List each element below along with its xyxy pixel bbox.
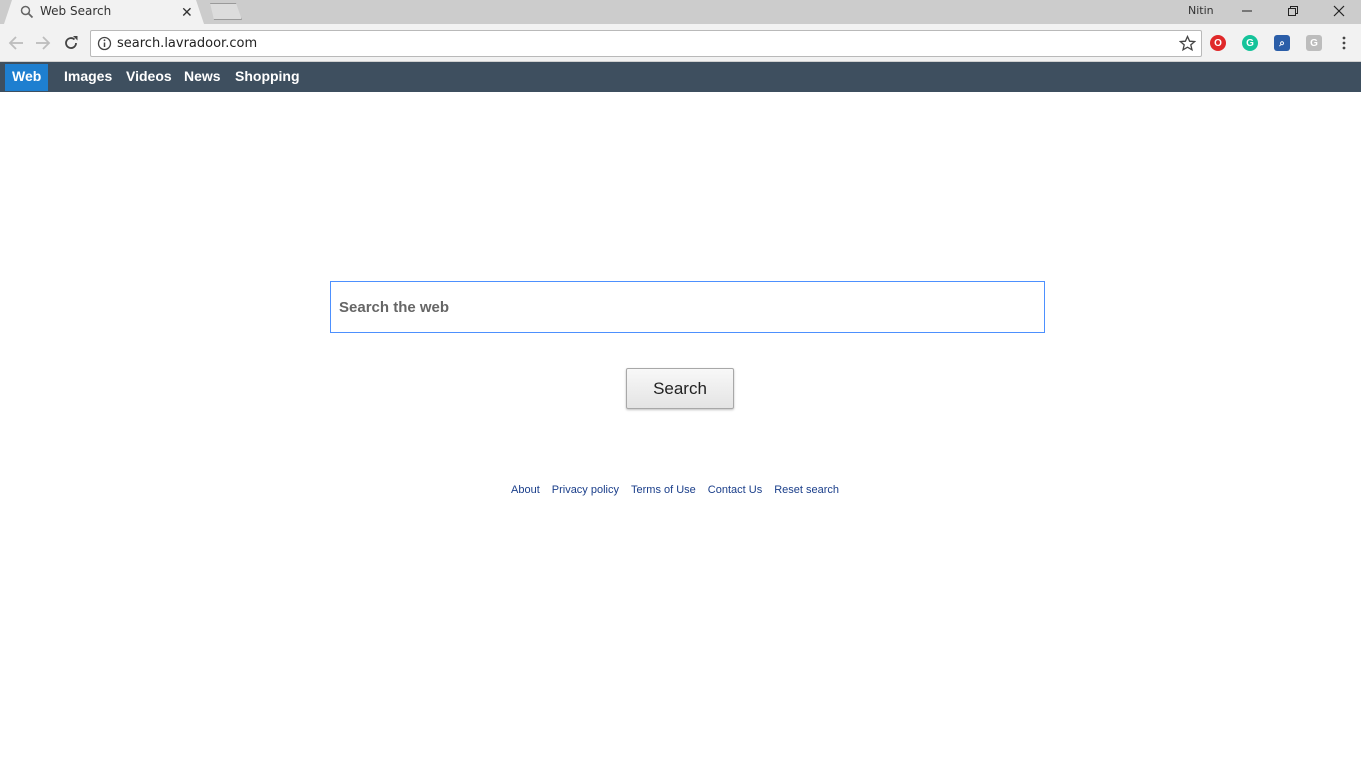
nav-item-web[interactable]: Web xyxy=(5,64,49,91)
footer-link-contact-us[interactable]: Contact Us xyxy=(708,484,762,498)
close-window-button[interactable] xyxy=(1316,0,1361,22)
nav-item-images[interactable]: Images xyxy=(64,62,112,91)
search-icon xyxy=(20,5,34,19)
new-tab-button[interactable] xyxy=(210,3,242,20)
browser-tab[interactable]: Web Search ✕ xyxy=(4,0,204,24)
search-extension-icon[interactable]: ⌕ xyxy=(1274,35,1290,51)
minimize-button[interactable] xyxy=(1224,0,1270,22)
nav-item-news[interactable]: News xyxy=(184,62,221,91)
footer-link-about[interactable]: About xyxy=(511,484,540,498)
info-icon[interactable] xyxy=(97,36,112,51)
address-bar[interactable]: search.lavradoor.com xyxy=(90,30,1202,57)
bookmark-star-icon[interactable] xyxy=(1179,35,1196,52)
tab-close-icon[interactable]: ✕ xyxy=(181,4,193,20)
profile-name[interactable]: Nitin xyxy=(1188,4,1214,17)
close-icon xyxy=(1333,5,1345,17)
url-text[interactable]: search.lavradoor.com xyxy=(117,36,257,51)
tab-title: Web Search xyxy=(40,4,112,18)
back-button[interactable] xyxy=(6,33,26,53)
nav-item-shopping[interactable]: Shopping xyxy=(235,62,300,91)
grammarly-icon[interactable]: G xyxy=(1242,35,1258,51)
search-input[interactable] xyxy=(330,281,1045,333)
site-nav-bar: Web Images Videos News Shopping xyxy=(0,62,1361,92)
forward-arrow-icon xyxy=(36,36,51,50)
restore-icon xyxy=(1288,6,1298,16)
footer-link-privacy-policy[interactable]: Privacy policy xyxy=(552,484,619,498)
browser-tab-strip: Web Search ✕ Nitin xyxy=(0,0,1361,24)
minimize-icon xyxy=(1242,10,1252,12)
back-arrow-icon xyxy=(8,36,23,50)
footer-link-terms-of-use[interactable]: Terms of Use xyxy=(631,484,696,498)
footer-link-reset-search[interactable]: Reset search xyxy=(774,484,839,498)
opera-icon[interactable]: O xyxy=(1210,35,1226,51)
g-extension-icon[interactable]: G xyxy=(1306,35,1322,51)
footer-links: About Privacy policy Terms of Use Contac… xyxy=(511,484,839,498)
restore-button[interactable] xyxy=(1270,0,1316,22)
browser-toolbar: search.lavradoor.com O G ⌕ G xyxy=(0,24,1361,62)
search-button[interactable]: Search xyxy=(626,368,734,409)
reload-icon xyxy=(65,36,78,49)
forward-button[interactable] xyxy=(33,33,53,53)
reload-button[interactable] xyxy=(61,33,81,53)
nav-item-videos[interactable]: Videos xyxy=(126,62,172,91)
menu-dots-icon[interactable] xyxy=(1340,35,1348,51)
